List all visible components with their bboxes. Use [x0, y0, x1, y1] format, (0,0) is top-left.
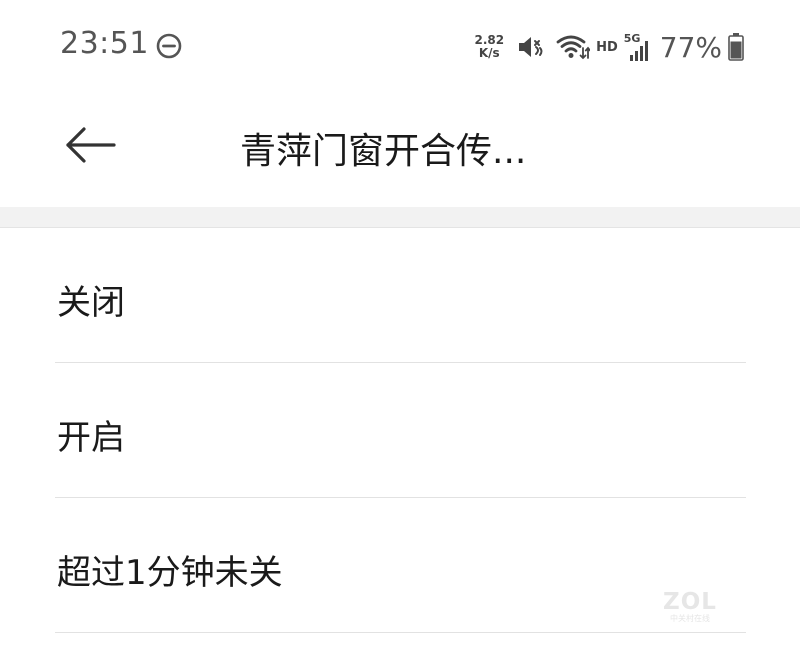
- watermark-logo: ZOL: [663, 589, 717, 615]
- zol-watermark: ZOL 中关村在线: [650, 590, 730, 624]
- option-label: 关闭: [57, 283, 125, 323]
- option-item-closed[interactable]: 关闭: [0, 228, 800, 363]
- section-divider: [0, 207, 800, 228]
- hd-voice-label: HD: [596, 39, 618, 55]
- wifi-icon: [556, 35, 591, 60]
- option-item-open[interactable]: 开启: [0, 363, 800, 498]
- network-speed-unit: K/s: [478, 46, 500, 60]
- option-label: 开启: [57, 418, 125, 458]
- page-title: 青萍门窗开合传...: [240, 131, 527, 172]
- app-header: 青萍门窗开合传...: [0, 92, 800, 207]
- cellular-indicator: 5G: [624, 32, 652, 62]
- network-speed: 2.82 K/s: [474, 34, 504, 60]
- arrow-left-icon: [66, 127, 116, 163]
- watermark-subtitle: 中关村在线: [670, 614, 710, 623]
- status-time: 23:51: [60, 26, 149, 61]
- divider: [55, 632, 746, 633]
- battery-percent: 77%: [659, 30, 722, 64]
- option-list: 关闭 开启 超过1分钟未关: [0, 228, 800, 633]
- status-bar: 23:51 2.82 K/s HD 5G 77%: [0, 0, 800, 92]
- back-button[interactable]: [62, 120, 120, 170]
- do-not-disturb-icon: [156, 33, 182, 59]
- mute-icon: [519, 37, 543, 57]
- status-indicators: 2.82 K/s HD 5G 77%: [474, 30, 744, 64]
- signal-icon: [629, 41, 648, 61]
- battery-icon: [728, 33, 744, 61]
- option-label: 超过1分钟未关: [57, 553, 283, 593]
